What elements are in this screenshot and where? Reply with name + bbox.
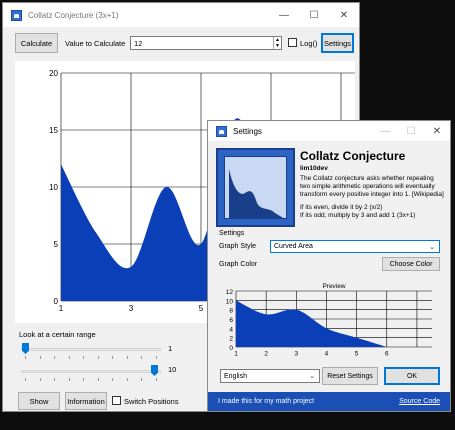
description-line-2: two simple arithmetic operations will ev… [300,183,435,190]
preview-chart-area-series [236,300,387,347]
maximize-icon[interactable]: ☐ [299,3,329,27]
graph-style-select[interactable]: Curved Area ⌄ [270,240,440,253]
description-line-3: transform every positive integer into 1.… [300,191,444,198]
description-line-1: The Collatz conjecture asks whether repe… [300,175,434,182]
close-icon[interactable]: ✕ [329,3,359,27]
preview-chart-y-tick: 4 [229,326,233,333]
settings-button[interactable]: Settings [321,33,354,53]
language-value: English [224,372,247,380]
footer-text: I made this for my math project [218,398,315,405]
range-start-track[interactable] [21,348,161,351]
preview-chart-y-tick: 12 [226,289,234,296]
chevron-down-icon: ⌄ [429,243,435,251]
preview-chart-y-tick: 10 [226,298,234,305]
preview-chart-y-tick: 0 [229,345,233,352]
main-chart-y-tick: 20 [49,69,58,78]
settings-minimize-icon: — [380,125,390,137]
value-text: 12 [134,38,143,48]
graph-color-label: Graph Color [219,261,258,268]
app-icon [11,9,22,21]
preview-chart-y-tick: 8 [229,308,233,315]
information-button[interactable]: Information [65,392,107,410]
preview-chart-y-tick: 6 [229,317,233,324]
ok-button[interactable]: OK [384,367,440,385]
preview-chart-x-tick: 6 [385,351,389,358]
settings-close-icon[interactable]: ✕ [424,121,450,141]
settings-maximize-icon: ☐ [406,125,416,137]
description: The Collatz conjecture asks whether repe… [300,175,450,220]
preview-chart: 0246810121 2 3 4 5 6Preview [226,283,432,358]
range-end-value: 10 [168,365,177,374]
source-code-link[interactable]: Source Code [399,398,440,405]
switch-positions-checkbox[interactable] [112,396,121,405]
main-titlebar: Collatz Conjecture (3x+1) — ☐ ✕ [3,3,359,27]
main-chart-x-tick: 3 [129,304,134,313]
settings-app-icon [216,125,227,137]
preview-chart-x-tick: 5 [355,351,359,358]
log-checkbox[interactable] [288,38,297,47]
preview-chart-x-tick: 1 [234,351,238,358]
author-label: lim10dev [300,165,328,172]
range-start-value: 1 [168,344,173,353]
rule-odd: If its odd, multiply by 3 and add 1 (3x+… [300,212,416,219]
choose-color-button[interactable]: Choose Color [382,257,440,271]
show-button[interactable]: Show [18,392,60,410]
main-chart-y-tick: 10 [49,183,58,192]
graph-style-label: Graph Style [219,243,256,250]
settings-titlebar: Settings — ☐ ✕ [208,121,450,141]
preview-chart-x-tick: 2 [264,351,268,358]
range-end-track[interactable] [21,370,161,373]
log-label: Log() [300,39,318,48]
settings-heading: Collatz Conjecture [300,149,406,163]
language-select[interactable]: English ⌄ [220,369,320,383]
range-label: Look at a certain range [19,330,96,339]
settings-group-label: Settings [219,230,245,237]
range-end-ticks [25,378,157,382]
settings-window: Settings — ☐ ✕ Collatz Conjecture lim10d… [207,120,451,412]
value-stepper[interactable]: ▲ ▼ [273,37,281,49]
preview-chart-title: Preview [322,283,345,290]
language-chevron-icon: ⌄ [309,373,315,380]
range-start-ticks [25,356,157,360]
window-title: Collatz Conjecture (3x+1) [28,10,119,20]
calculate-button[interactable]: Calculate [15,33,58,53]
settings-footer: I made this for my math project Source C… [208,392,450,411]
main-chart-x-tick: 5 [199,304,204,313]
minimize-icon[interactable]: — [269,3,299,27]
main-chart-x-tick: 1 [59,304,64,313]
value-label: Value to Calculate [65,39,126,48]
range-start-thumb[interactable] [22,343,29,354]
switch-positions-label: Switch Positions [124,397,179,406]
preview-chart-x-tick: 3 [294,351,298,358]
preview-chart-y-tick: 2 [229,336,233,343]
collatz-logo [216,148,295,227]
reset-settings-button[interactable]: Reset Settings [322,367,378,385]
main-chart-y-tick: 15 [49,126,58,135]
logo-graph-icon [229,169,285,219]
main-chart-y-tick: 5 [54,240,59,249]
range-end-thumb[interactable] [151,365,158,376]
rule-even: If its even, divide it by 2 (x/2) [300,204,383,211]
settings-title: Settings [233,126,262,136]
value-input[interactable]: 12 ▲ ▼ [130,36,282,50]
preview-chart-x-tick: 4 [325,351,329,358]
graph-style-value: Curved Area [274,243,313,250]
